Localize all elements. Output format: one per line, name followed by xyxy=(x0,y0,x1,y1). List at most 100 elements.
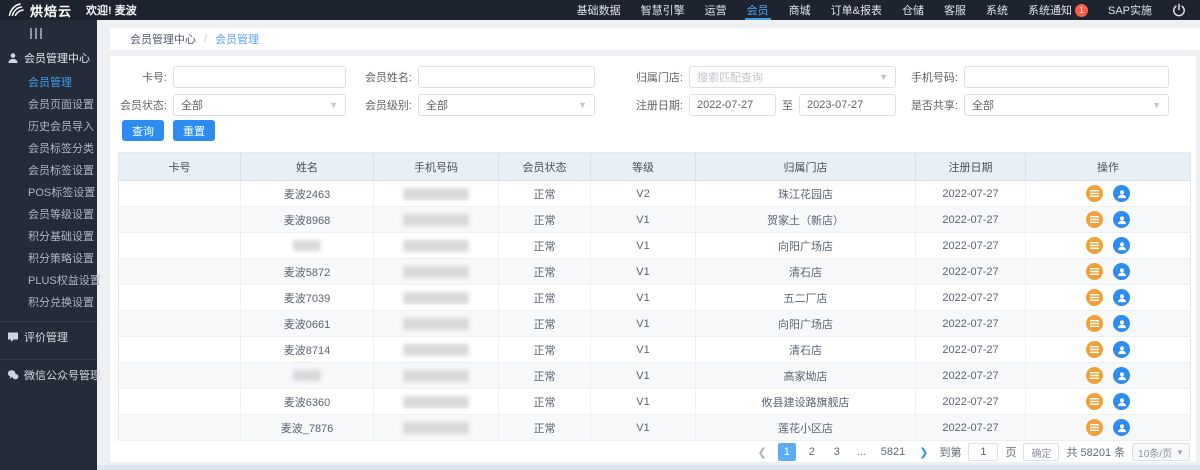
goto-page-input[interactable] xyxy=(968,443,998,461)
table-row: 麦波8714 正常 V1 清石店 2022-07-27 xyxy=(119,337,1191,363)
sidebar-collapse-button[interactable] xyxy=(0,20,97,46)
status-select[interactable]: 全部 ▼ xyxy=(173,94,346,116)
column-header-label: 操作 xyxy=(1097,162,1119,174)
sidebar-item[interactable]: 会员等级设置 xyxy=(0,204,97,226)
column-header-label: 等级 xyxy=(632,162,654,174)
nav-item[interactable]: 运营 xyxy=(695,0,737,20)
store-select[interactable]: 搜索匹配查询 ▼ xyxy=(689,66,896,88)
next-page-button[interactable]: ❯ xyxy=(915,446,932,459)
chevron-down-icon: ▼ xyxy=(879,72,888,82)
sidebar-item[interactable]: 会员标签分类 xyxy=(0,138,97,160)
sidebar-item[interactable]: 会员管理 xyxy=(0,72,97,94)
phone-input[interactable] xyxy=(964,66,1169,88)
nav-item[interactable]: 基础数据 xyxy=(567,0,631,20)
sidebar-item[interactable]: 积分基础设置 xyxy=(0,226,97,248)
detail-list-icon[interactable] xyxy=(1086,263,1103,280)
member-name: 麦波6360 xyxy=(284,397,330,409)
cell-member-name: 麦波8714 xyxy=(241,337,374,363)
brand[interactable]: 烘焙云 xyxy=(8,1,72,20)
table-column-header: 卡号 xyxy=(119,153,241,181)
member-profile-icon[interactable] xyxy=(1113,263,1130,280)
cell-member-name: 麦波6360 xyxy=(241,389,374,415)
reset-button[interactable]: 重置 xyxy=(173,120,215,141)
detail-list-icon[interactable] xyxy=(1086,237,1103,254)
cell-status: 正常 xyxy=(499,363,591,389)
nav-item[interactable]: 系统 xyxy=(976,0,1018,20)
table-header-row: 卡号 姓名 手机号码 会员状态 等级 归属门店 注册日期 操作 xyxy=(119,153,1191,181)
page-number-button[interactable]: 3 xyxy=(828,443,846,461)
member-profile-icon[interactable] xyxy=(1113,315,1130,332)
member-profile-icon[interactable] xyxy=(1113,211,1130,228)
member-profile-icon[interactable] xyxy=(1113,289,1130,306)
bottom-scrollbar-track[interactable] xyxy=(97,465,1200,470)
member-name-input[interactable] xyxy=(418,66,595,88)
table-row: 正常 V1 向阳广场店 2022-07-27 xyxy=(119,233,1191,259)
nav-item[interactable]: SAP实施 xyxy=(1098,0,1162,20)
date-from-input[interactable] xyxy=(689,94,776,116)
detail-list-icon[interactable] xyxy=(1086,341,1103,358)
card-no-input[interactable] xyxy=(173,66,346,88)
power-icon[interactable] xyxy=(1172,3,1186,17)
cell-actions xyxy=(1026,389,1191,415)
share-select[interactable]: 全部 ▼ xyxy=(964,94,1169,116)
sidebar-section-review[interactable]: 评价管理 xyxy=(0,321,97,352)
cell-level: V2 xyxy=(591,181,696,207)
detail-list-icon[interactable] xyxy=(1086,393,1103,410)
sidebar-item[interactable]: 积分兑换设置 xyxy=(0,292,97,314)
sidebar-item[interactable]: 会员标签设置 xyxy=(0,160,97,182)
query-button[interactable]: 查询 xyxy=(122,120,164,141)
sidebar-section-wechat[interactable]: 微信公众号管理 xyxy=(0,359,97,390)
redacted-phone xyxy=(403,292,469,304)
cell-store: 珠江花园店 xyxy=(696,181,916,207)
page-size-select[interactable]: 10条/页 ▼ xyxy=(1132,443,1190,461)
sidebar-item[interactable]: PLUS权益设置 xyxy=(0,270,97,292)
nav-item[interactable]: 智慧引擎 xyxy=(631,0,695,20)
member-profile-icon[interactable] xyxy=(1113,185,1130,202)
detail-list-icon[interactable] xyxy=(1086,185,1103,202)
member-profile-icon[interactable] xyxy=(1113,237,1130,254)
cell-card-no xyxy=(119,415,241,441)
nav-item-label: 系统通知 xyxy=(1028,2,1072,18)
cell-actions xyxy=(1026,259,1191,285)
page-number-button[interactable]: 2 xyxy=(803,443,821,461)
sidebar-section-member-center[interactable]: 会员管理中心 xyxy=(0,46,97,70)
breadcrumb-parent[interactable]: 会员管理中心 xyxy=(130,31,196,47)
sidebar-item[interactable]: 会员页面设置 xyxy=(0,94,97,116)
detail-list-icon[interactable] xyxy=(1086,367,1103,384)
member-profile-icon[interactable] xyxy=(1113,419,1130,436)
table-column-header: 等级 xyxy=(591,153,696,181)
goto-confirm-button[interactable]: 确定 xyxy=(1023,443,1059,461)
sidebar-item[interactable]: POS标签设置 xyxy=(0,182,97,204)
nav-item[interactable]: 系统通知 1 xyxy=(1018,0,1098,20)
table-body: 麦波2463 正常 V2 珠江花园店 2022-07-27 麦波8968 xyxy=(119,181,1191,441)
detail-list-icon[interactable] xyxy=(1086,315,1103,332)
cell-store: 五二厂店 xyxy=(696,285,916,311)
nav-item[interactable]: 会员 xyxy=(737,0,779,20)
page-number-button[interactable]: 5821 xyxy=(878,443,908,461)
cell-card-no xyxy=(119,363,241,389)
page-number-button[interactable]: 1 xyxy=(778,443,796,461)
sidebar-item-label: 会员标签分类 xyxy=(28,143,94,155)
sidebar-item[interactable]: 积分策略设置 xyxy=(0,248,97,270)
nav-item-label: 仓储 xyxy=(902,2,924,18)
cell-card-no xyxy=(119,233,241,259)
page-list: 1 2 3 ... 5821 xyxy=(778,443,908,461)
sidebar-item[interactable]: 历史会员导入 xyxy=(0,116,97,138)
nav-item[interactable]: 客服 xyxy=(934,0,976,20)
level-select[interactable]: 全部 ▼ xyxy=(418,94,595,116)
nav-item[interactable]: 商城 xyxy=(779,0,821,20)
member-profile-icon[interactable] xyxy=(1113,393,1130,410)
member-profile-icon[interactable] xyxy=(1113,341,1130,358)
prev-page-button[interactable]: ❮ xyxy=(754,446,771,459)
detail-list-icon[interactable] xyxy=(1086,289,1103,306)
detail-list-icon[interactable] xyxy=(1086,419,1103,436)
page-number-button[interactable]: ... xyxy=(853,443,871,461)
member-profile-icon[interactable] xyxy=(1113,367,1130,384)
cell-phone xyxy=(374,363,499,389)
chevron-down-icon: ▼ xyxy=(1152,100,1161,110)
nav-item[interactable]: 订单&报表 xyxy=(821,0,892,20)
nav-item[interactable]: 仓储 xyxy=(892,0,934,20)
date-to-input[interactable] xyxy=(799,94,896,116)
detail-list-icon[interactable] xyxy=(1086,211,1103,228)
redacted-phone xyxy=(403,214,469,226)
